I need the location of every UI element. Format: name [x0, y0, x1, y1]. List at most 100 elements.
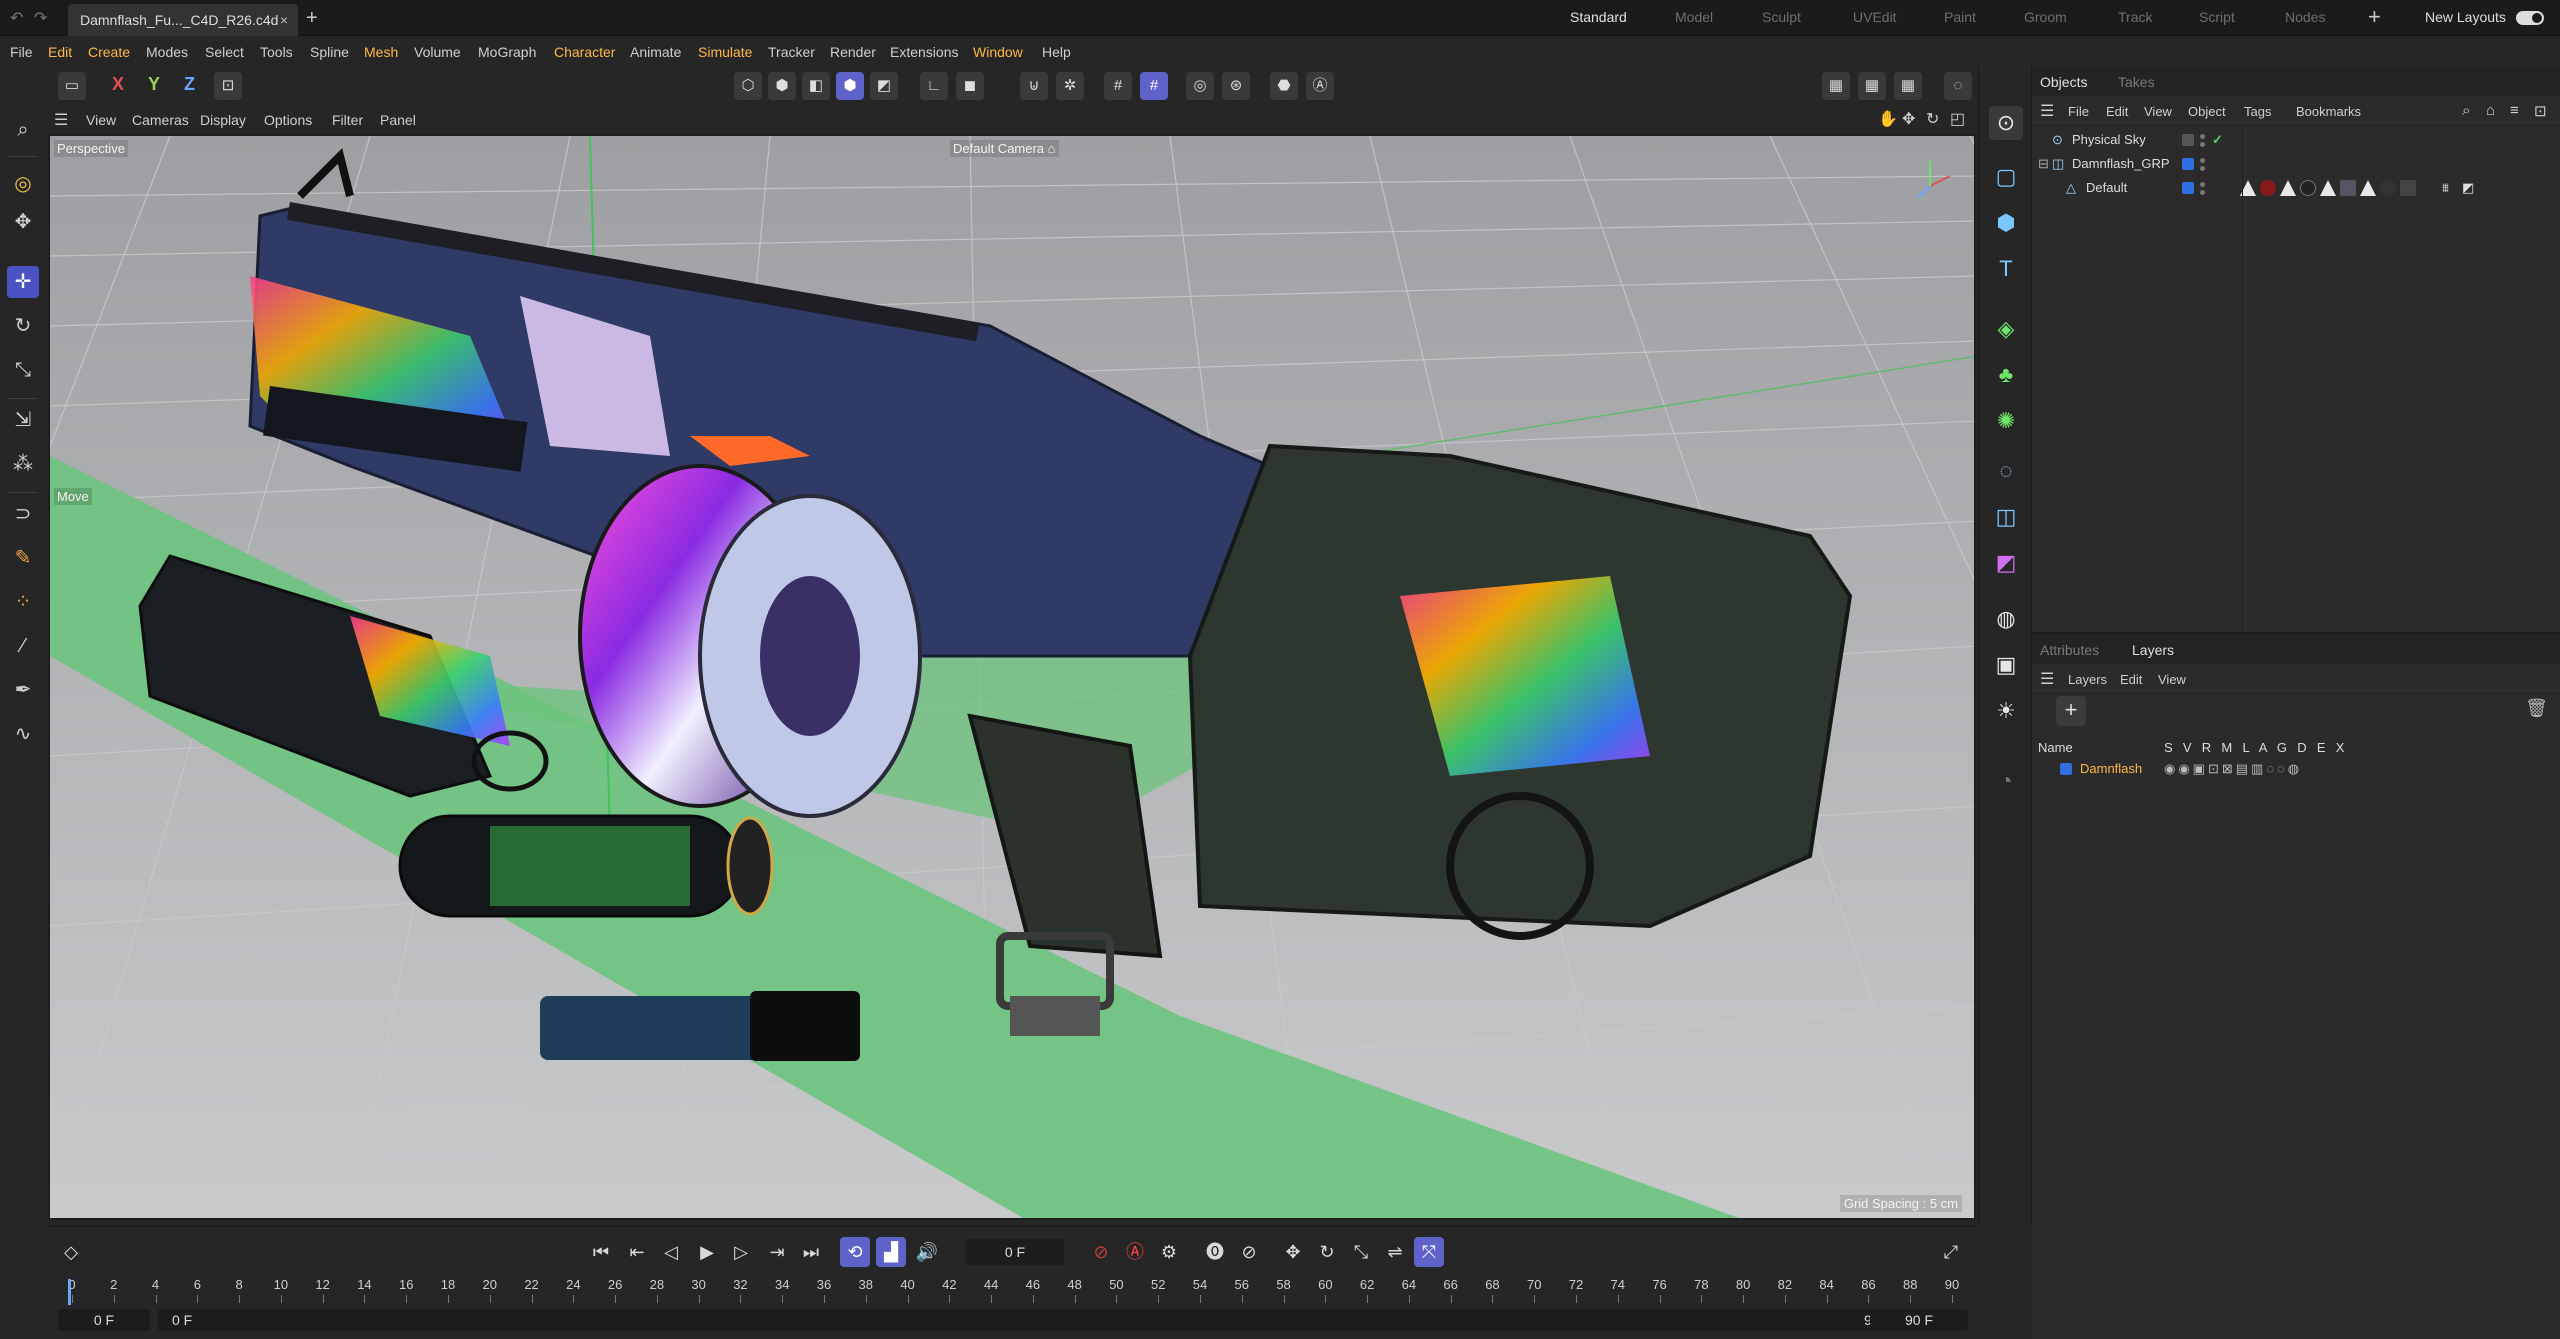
muzzle-tube-model[interactable] [540, 991, 860, 1061]
menu-tools[interactable]: Tools [260, 44, 293, 60]
render-visibility-dot[interactable] [2200, 190, 2205, 195]
move-view-icon[interactable]: ✥ [1902, 109, 1915, 129]
next-frame-icon[interactable]: ▷ [726, 1237, 756, 1267]
text-spline-icon[interactable]: T [1989, 252, 2023, 286]
objects-menu-bookmarks[interactable]: Bookmarks [2296, 104, 2361, 119]
filter-icon[interactable]: ≡ [2510, 102, 2519, 119]
paint-brush-icon[interactable]: ✎ [7, 542, 39, 574]
layer-color-swatch[interactable] [2060, 763, 2072, 775]
viewport-menu-display[interactable]: Display [200, 112, 246, 128]
editor-visibility-dot[interactable] [2200, 182, 2205, 187]
add-layer-button[interactable]: + [2056, 696, 2086, 726]
3d-viewport[interactable]: Perspective Default Camera ⌂ Move Grid S… [48, 134, 1976, 1220]
current-frame-field[interactable]: 0 F [966, 1239, 1064, 1265]
point-level-icon[interactable]: ⤧ [1414, 1237, 1444, 1267]
tab-objects[interactable]: Objects [2040, 74, 2087, 90]
brush-tool-icon[interactable]: ⁄ [7, 630, 39, 662]
layout-tab-script[interactable]: Script [2199, 9, 2235, 25]
playhead[interactable] [68, 1279, 71, 1305]
select-mode-icon[interactable]: ⊙ [1989, 106, 2023, 140]
move-tool-icon[interactable]: ✛ [7, 266, 39, 298]
timeline-ruler[interactable]: 0 2 4 6 8 10 12 14 16 18 20 22 24 26 28 30 32 34 36 38 40 42 4… [68, 1277, 1959, 1307]
new-layouts-label[interactable]: New Layouts [2425, 9, 2506, 25]
render-visibility-dot[interactable] [2200, 166, 2205, 171]
scale-track-icon[interactable]: ⤡ [1346, 1237, 1376, 1267]
viewport-menu-panel[interactable]: Panel [380, 112, 416, 128]
menu-volume[interactable]: Volume [414, 44, 461, 60]
layer-color-swatch[interactable] [2182, 182, 2194, 194]
add-layout-button[interactable]: + [2368, 4, 2381, 30]
snap-icon[interactable]: ⊍ [1020, 72, 1048, 100]
menu-file[interactable]: File [10, 44, 33, 60]
key-selection-icon[interactable]: ⓿ [1200, 1237, 1230, 1267]
menu-window[interactable]: Window [973, 44, 1023, 60]
live-selection-icon[interactable]: ◎ [7, 168, 39, 200]
placement-tool-icon[interactable]: ⇲ [7, 404, 39, 436]
render-view-icon[interactable]: ▦ [1822, 72, 1850, 100]
collapse-expander-icon[interactable]: ⊟ [2038, 152, 2049, 176]
play-icon[interactable]: ▶ [692, 1237, 722, 1267]
snap-point-icon[interactable]: ⁂ [7, 448, 39, 480]
phong-tag-icon[interactable] [2280, 180, 2296, 196]
objects-menu-view[interactable]: View [2144, 104, 2172, 119]
menu-spline[interactable]: Spline [310, 44, 349, 60]
magnet-tool-icon[interactable]: ⊃ [7, 498, 39, 530]
menu-render[interactable]: Render [830, 44, 876, 60]
objects-menu-tags[interactable]: Tags [2244, 104, 2271, 119]
layout-tab-standard[interactable]: Standard [1570, 9, 1627, 25]
menu-mograph[interactable]: MoGraph [478, 44, 536, 60]
selection-tag-icon[interactable]: ◩ [2462, 176, 2474, 200]
previous-frame-icon[interactable]: ◁ [656, 1237, 686, 1267]
material-tag-icon[interactable] [2400, 180, 2416, 196]
sculpt-tool-icon[interactable]: ⁘ [7, 586, 39, 618]
layer-color-swatch[interactable] [2182, 134, 2194, 146]
tab-layers[interactable]: Layers [2132, 642, 2174, 658]
polygons-mode-icon[interactable]: ◧ [802, 72, 830, 100]
viewport-camera-label[interactable]: Default Camera ⌂ [950, 140, 1059, 157]
rotate-tool-icon[interactable]: ↻ [7, 310, 39, 342]
bend-icon[interactable]: ◌ [1989, 454, 2023, 488]
cloner-icon[interactable]: ♣ [1989, 358, 2023, 392]
document-tab[interactable]: Damnflash_Fu..._C4D_R26.c4d × [68, 4, 298, 36]
maximize-view-icon[interactable]: ◰ [1950, 109, 1965, 129]
camera-icon[interactable]: ▣ [1989, 648, 2023, 682]
pen-tool-icon[interactable]: ✒ [7, 674, 39, 706]
annotation-icon[interactable]: Ⓐ [1306, 72, 1334, 100]
redo-icon[interactable]: ↷ [34, 8, 47, 28]
menu-select[interactable]: Select [205, 44, 244, 60]
grid-snap-icon[interactable]: # [1140, 72, 1168, 100]
environment-icon[interactable]: ◍ [1989, 602, 2023, 636]
parameter-track-icon[interactable]: ⇌ [1380, 1237, 1410, 1267]
position-track-icon[interactable]: ✥ [1278, 1237, 1308, 1267]
coordinate-system-icon[interactable]: ⊡ [214, 72, 242, 100]
suppressor-model[interactable] [398, 814, 774, 918]
menu-edit[interactable]: Edit [48, 44, 72, 60]
home-icon[interactable]: ⌂ [2486, 102, 2495, 119]
layout-tab-paint[interactable]: Paint [1944, 9, 1976, 25]
edit-render-settings-icon[interactable]: ▦ [1894, 72, 1922, 100]
objects-menu-object[interactable]: Object [2188, 104, 2226, 119]
render-settings-icon[interactable]: ⊛ [1222, 72, 1250, 100]
menu-tracker[interactable]: Tracker [768, 44, 815, 60]
phong-tag-icon[interactable] [2320, 180, 2336, 196]
material-tag-icon[interactable] [2260, 180, 2276, 196]
render-visibility-dot[interactable] [2200, 142, 2205, 147]
field-icon[interactable]: ◫ [1989, 500, 2023, 534]
layers-hamburger-icon[interactable]: ☰ [2040, 669, 2054, 689]
layers-menu-edit[interactable]: Edit [2120, 672, 2142, 687]
rotation-track-icon[interactable]: ↻ [1312, 1237, 1342, 1267]
layer-flag-icons[interactable]: ◉◉▣⊡⊠▤▥◌◌◍ [2164, 758, 2302, 780]
scale-tool-icon[interactable]: ⤡ [7, 354, 39, 386]
go-to-start-icon[interactable]: ⏮ [586, 1237, 616, 1267]
enabled-check-icon[interactable]: ✓ [2212, 128, 2223, 152]
autokey-icon[interactable]: Ⓐ [1120, 1237, 1150, 1267]
light-icon[interactable]: ☀ [1989, 694, 2023, 728]
previous-key-icon[interactable]: ⇤ [622, 1237, 652, 1267]
tab-takes[interactable]: Takes [2118, 74, 2155, 90]
preview-range-icon[interactable]: ▟ [876, 1237, 906, 1267]
key-interpolation-icon[interactable]: ⊘ [1234, 1237, 1264, 1267]
phong-tag-icon[interactable] [2360, 180, 2376, 196]
objects-hamburger-icon[interactable]: ☰ [2040, 101, 2054, 121]
menu-mesh[interactable]: Mesh [364, 44, 398, 60]
pan-view-icon[interactable]: ✋ [1878, 109, 1898, 129]
